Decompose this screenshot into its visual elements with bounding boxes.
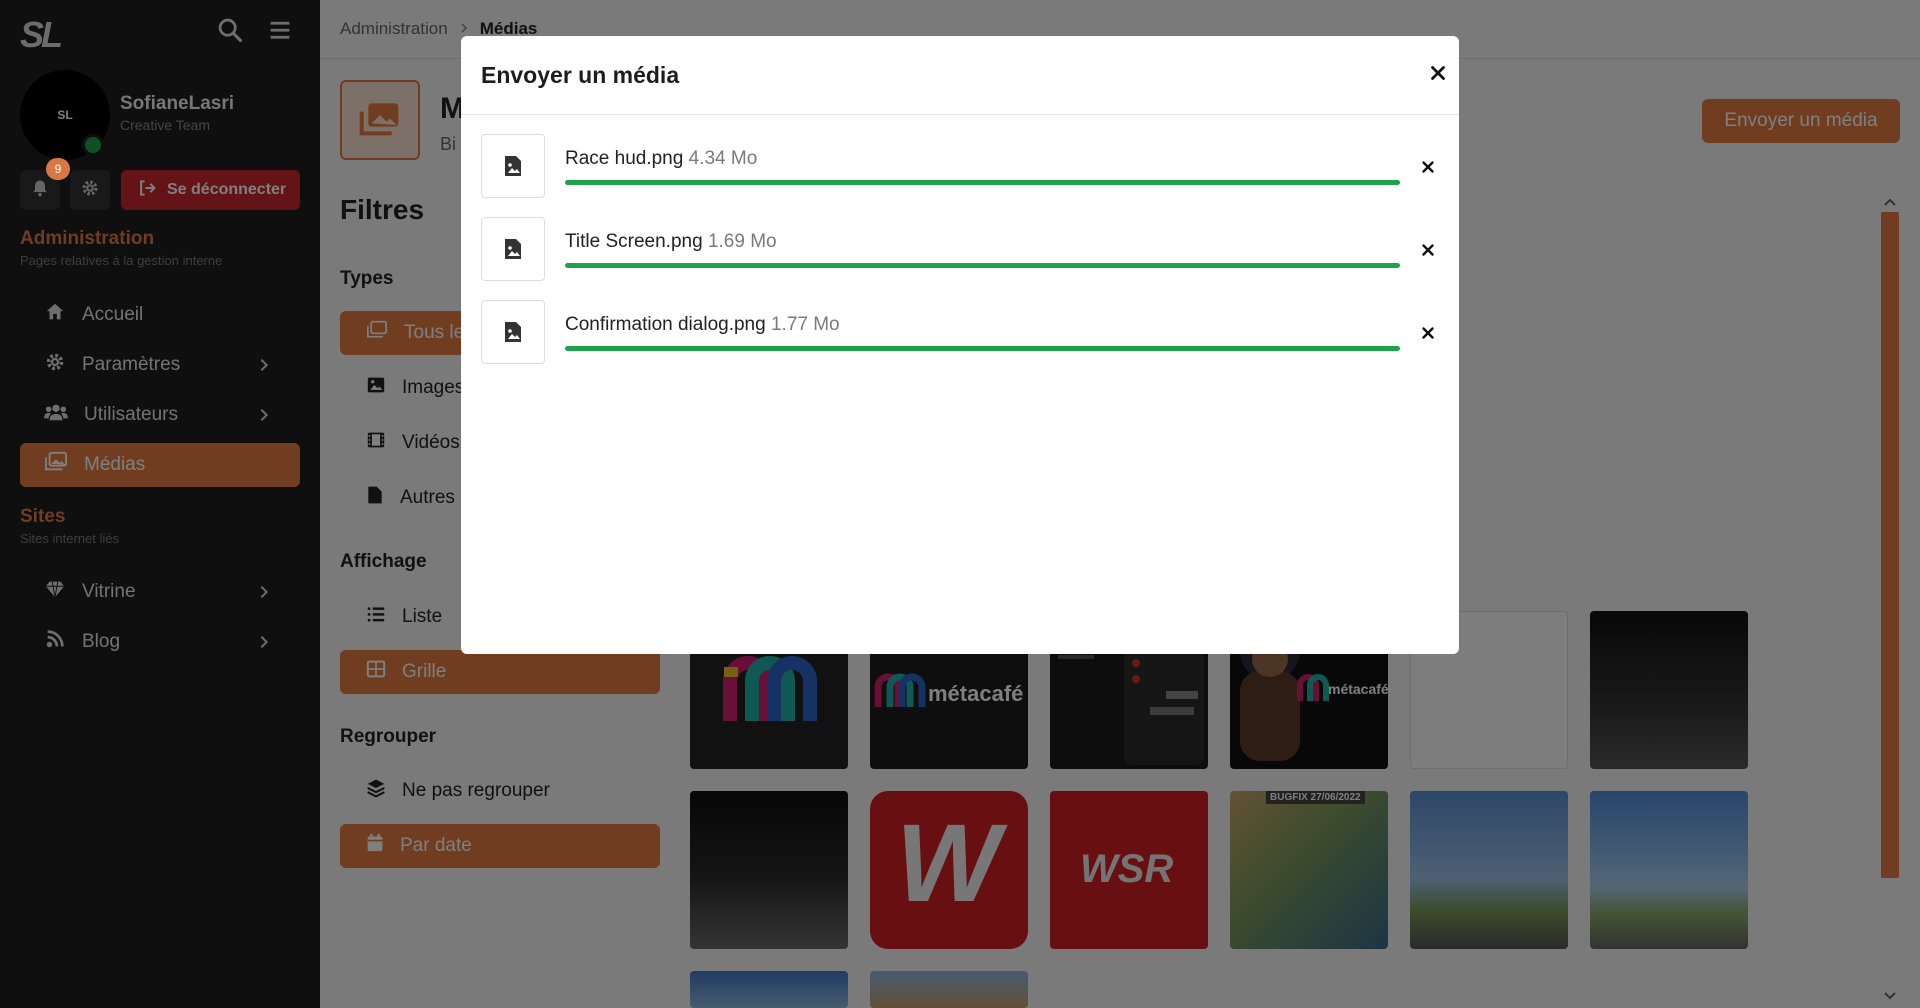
file-image-icon bbox=[481, 300, 545, 364]
upload-file-name: Confirmation dialog.png bbox=[565, 314, 766, 335]
modal-divider bbox=[461, 114, 1459, 115]
upload-progress-fill bbox=[565, 346, 1400, 351]
upload-item: Confirmation dialog.png 1.77 Mo bbox=[481, 300, 1439, 364]
upload-file-label: Title Screen.png 1.69 Mo bbox=[565, 231, 777, 253]
remove-upload-icon[interactable] bbox=[1419, 241, 1437, 259]
remove-upload-icon[interactable] bbox=[1419, 324, 1437, 342]
upload-progress-fill bbox=[565, 180, 1400, 185]
upload-item: Title Screen.png 1.69 Mo bbox=[481, 217, 1439, 281]
upload-file-name: Race hud.png bbox=[565, 148, 684, 169]
upload-progress-bar bbox=[565, 346, 1400, 351]
remove-upload-icon[interactable] bbox=[1419, 158, 1437, 176]
file-image-icon bbox=[481, 134, 545, 198]
upload-file-size: 4.34 Mo bbox=[688, 148, 758, 169]
upload-file-size: 1.69 Mo bbox=[707, 231, 777, 252]
upload-file-label: Race hud.png 4.34 Mo bbox=[565, 148, 757, 170]
upload-progress-bar bbox=[565, 263, 1400, 268]
upload-file-name: Title Screen.png bbox=[565, 231, 703, 252]
notification-count-badge: 9 bbox=[46, 158, 70, 180]
upload-file-label: Confirmation dialog.png 1.77 Mo bbox=[565, 314, 840, 336]
file-image-icon bbox=[481, 217, 545, 281]
upload-file-size: 1.77 Mo bbox=[770, 314, 840, 335]
modal-title: Envoyer un média bbox=[481, 62, 680, 88]
upload-modal: Envoyer un média Race hud.png 4.34 Mo Ti… bbox=[461, 36, 1459, 654]
upload-progress-bar bbox=[565, 180, 1400, 185]
upload-item: Race hud.png 4.34 Mo bbox=[481, 134, 1439, 198]
close-icon[interactable] bbox=[1427, 62, 1449, 84]
upload-progress-fill bbox=[565, 263, 1400, 268]
